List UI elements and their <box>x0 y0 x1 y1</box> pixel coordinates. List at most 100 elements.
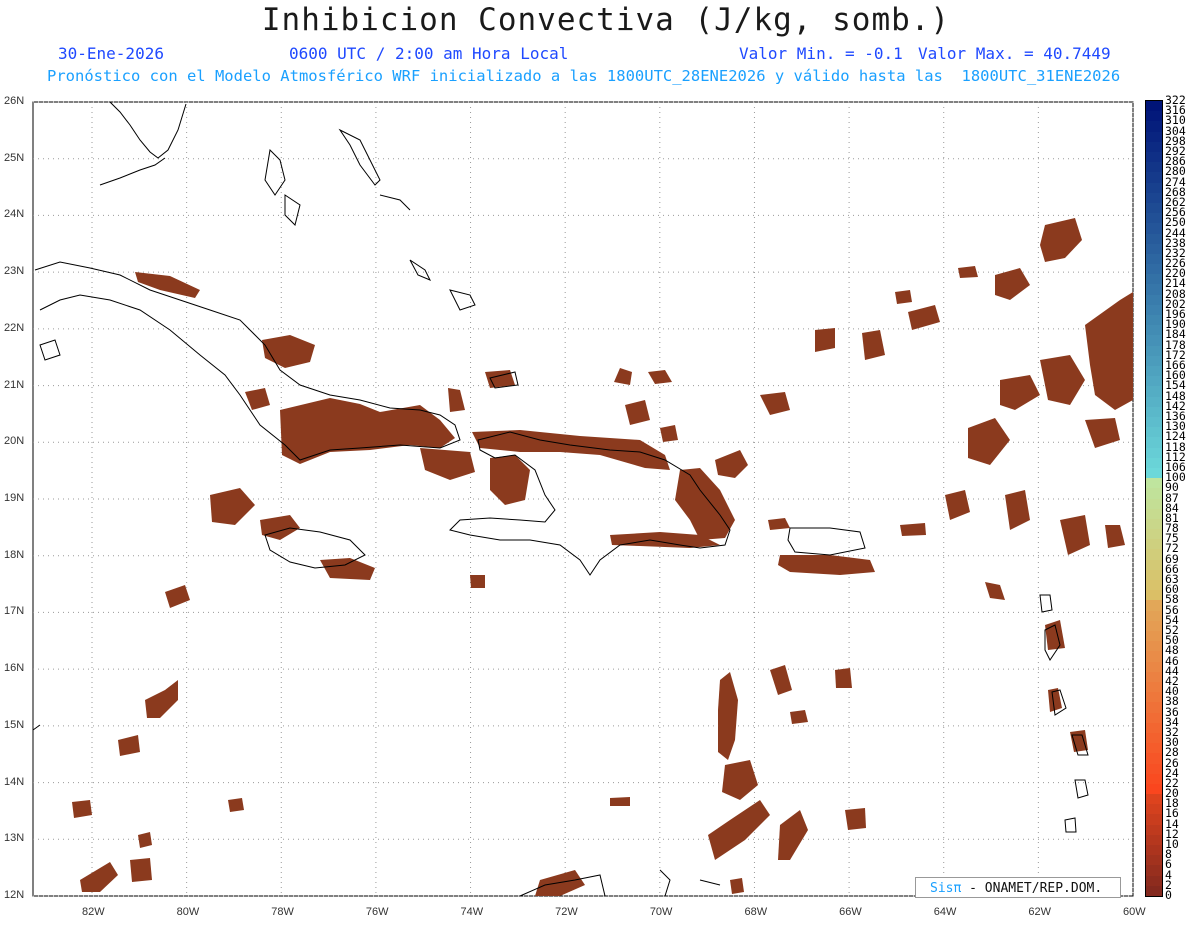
lon-label: 66W <box>839 906 862 918</box>
colorbar-swatch <box>1146 855 1162 866</box>
lon-label: 76W <box>365 906 389 918</box>
colorbar-swatch <box>1146 457 1162 469</box>
colorbar-swatch <box>1146 111 1162 122</box>
credit-text: - ONAMET/REP.DOM. <box>961 881 1103 896</box>
colorbar-swatch <box>1146 641 1162 652</box>
colorbar-swatch <box>1146 182 1162 194</box>
colorbar-swatch <box>1146 814 1162 826</box>
colorbar-swatch <box>1146 834 1162 846</box>
colorbar-swatch <box>1146 304 1162 316</box>
lat-label: 21N <box>4 378 25 391</box>
colorbar-swatch <box>1146 202 1162 214</box>
colorbar-swatch <box>1146 478 1162 489</box>
colorbar-swatch <box>1146 590 1162 601</box>
colorbar-swatch <box>1146 151 1162 163</box>
colorbar-swatch <box>1146 518 1162 530</box>
colorbar-swatch <box>1146 437 1162 449</box>
lon-label: 68W <box>744 906 768 918</box>
lat-label: 20N <box>4 435 25 448</box>
colorbar-swatch <box>1146 722 1162 734</box>
colorbar-swatch <box>1146 508 1162 520</box>
lat-label: 15N <box>4 718 25 731</box>
colorbar-swatch <box>1146 447 1162 459</box>
colorbar-swatch <box>1146 315 1162 326</box>
colorbar-swatch <box>1146 529 1162 540</box>
colorbar-swatch <box>1146 610 1162 622</box>
lon-label: 78W <box>271 906 294 918</box>
colorbar-swatch <box>1146 141 1162 153</box>
colorbar-swatch <box>1146 794 1162 805</box>
lat-label: 19N <box>4 492 25 504</box>
lat-label: 18N <box>4 548 25 561</box>
lon-label: 60W <box>1123 906 1146 918</box>
colorbar-swatch <box>1146 253 1162 265</box>
lon-label: 62W <box>1028 906 1051 918</box>
lat-label: 14N <box>4 775 25 788</box>
colorbar-swatch <box>1146 355 1162 367</box>
colorbar-swatch <box>1146 600 1162 612</box>
lat-label: 16N <box>4 662 25 675</box>
colorbar-swatch <box>1146 243 1162 255</box>
lat-label: 13N <box>4 832 25 845</box>
colorbar-swatch <box>1146 396 1162 408</box>
lat-label: 22N <box>4 321 25 334</box>
colorbar-swatch <box>1146 539 1162 550</box>
lon-label: 74W <box>460 906 484 918</box>
colorbar-swatch <box>1146 580 1162 591</box>
colorbar-swatch <box>1146 651 1162 663</box>
map-canvas <box>32 101 1134 897</box>
colorbar-swatch <box>1146 101 1162 112</box>
lon-label: 64W <box>933 906 957 918</box>
colorbar-swatch <box>1146 681 1162 693</box>
colorbar-swatch <box>1146 213 1162 224</box>
colorbar-swatch <box>1146 783 1162 795</box>
colorbar-swatch <box>1146 702 1162 714</box>
colorbar-swatch <box>1146 467 1162 479</box>
lon-label: 72W <box>555 906 578 918</box>
lon-label: 70W <box>649 906 673 918</box>
colorbar-swatch <box>1146 345 1162 357</box>
colorbar-swatch <box>1146 416 1162 428</box>
colorbar-swatch <box>1146 406 1162 418</box>
colorbar-swatch <box>1146 671 1162 683</box>
colorbar-swatch <box>1146 875 1162 887</box>
colorbar-swatch <box>1146 732 1162 744</box>
colorbar-swatch <box>1146 284 1162 296</box>
lat-label: 25N <box>4 151 25 164</box>
colorbar-swatch <box>1146 498 1162 510</box>
colorbar-swatch <box>1146 763 1162 775</box>
colorbar-label: 0 <box>1165 888 1172 902</box>
colorbar-swatch <box>1146 569 1162 581</box>
colorbar-swatch <box>1146 865 1162 877</box>
colorbar-swatch <box>1146 233 1162 245</box>
colorbar-swatch <box>1146 559 1162 571</box>
colorbar-swatch <box>1146 692 1162 703</box>
lat-label: 24N <box>4 208 25 221</box>
colorbar-swatch <box>1146 274 1162 285</box>
colorbar-swatch <box>1146 192 1162 204</box>
colorbar-swatch <box>1146 620 1162 632</box>
colorbar <box>1145 100 1163 897</box>
colorbar-swatch <box>1146 172 1162 184</box>
colorbar-swatch <box>1146 549 1162 561</box>
lat-label: 26N <box>4 95 25 107</box>
colorbar-swatch <box>1146 294 1162 306</box>
colorbar-swatch <box>1146 121 1162 133</box>
lat-label: 17N <box>4 605 25 618</box>
lat-label: 23N <box>4 265 25 278</box>
lon-label: 80W <box>176 906 200 918</box>
colorbar-swatch <box>1146 162 1162 173</box>
colorbar-swatch <box>1146 376 1162 387</box>
colorbar-swatch <box>1146 131 1162 143</box>
colorbar-swatch <box>1146 335 1162 347</box>
cin-field <box>72 218 1133 896</box>
lat-label: 12N <box>4 889 25 901</box>
colorbar-swatch <box>1146 712 1162 724</box>
colorbar-swatch <box>1146 753 1162 764</box>
credit-logo: Sisπ <box>930 881 962 896</box>
colorbar-swatch <box>1146 264 1162 275</box>
graticule <box>33 101 1134 897</box>
colorbar-swatch <box>1146 661 1162 673</box>
colorbar-swatch <box>1146 743 1162 754</box>
colorbar-swatch <box>1146 488 1162 499</box>
